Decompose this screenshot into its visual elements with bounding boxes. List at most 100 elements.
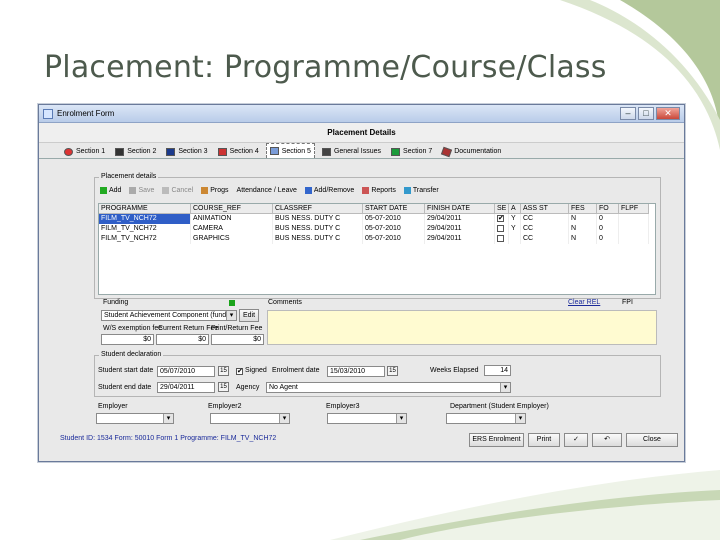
- fpi-label: FPI: [622, 299, 633, 306]
- enrolment-date-field[interactable]: 15/03/2010: [327, 366, 385, 377]
- comments-textarea[interactable]: [267, 310, 657, 345]
- documentation-icon: [441, 146, 453, 157]
- end-date-field[interactable]: 29/04/2011: [157, 382, 215, 393]
- placement-group-label: Placement details: [99, 173, 159, 180]
- tab-section-5[interactable]: Section 5: [265, 143, 315, 158]
- tab-section-2[interactable]: Section 2: [112, 145, 159, 158]
- col-finish-date[interactable]: FINISH DATE: [425, 204, 495, 214]
- employer3-select[interactable]: [327, 413, 407, 424]
- select-checkbox[interactable]: [497, 214, 504, 222]
- print-fee-field[interactable]: $0: [211, 334, 264, 345]
- general-issues-icon: [321, 147, 331, 156]
- col-se[interactable]: SE: [495, 204, 509, 214]
- ers-enrolment-button[interactable]: ERS Enrolment: [469, 433, 524, 447]
- comments-label: Comments: [268, 299, 302, 306]
- table-row[interactable]: FILM_TV_NCH72 GRAPHICS BUS NESS. DUTY C …: [99, 234, 655, 244]
- funding-status-indicator: [229, 300, 235, 306]
- window-titlebar[interactable]: Enrolment Form – □ ✕: [39, 105, 684, 123]
- cancel-button[interactable]: Cancel: [162, 186, 193, 194]
- reports-button[interactable]: Reports: [362, 186, 396, 194]
- table-row[interactable]: FILM_TV_NCH72 ANIMATION BUS NESS. DUTY C…: [99, 214, 655, 224]
- funding-select[interactable]: Student Achievement Component (fundi: [101, 310, 237, 321]
- weeks-elapsed-label: Weeks Elapsed: [430, 367, 479, 374]
- tab-section-4[interactable]: Section 4: [215, 145, 262, 158]
- placement-toolbar: Add Save Cancel Progs Attendance / Leave…: [100, 183, 447, 197]
- calendar-icon[interactable]: 15: [218, 382, 229, 392]
- placement-grid: PROGRAMME COURSE_REF CLASSREF START DATE…: [98, 203, 656, 295]
- start-date-field[interactable]: 05/07/2010: [157, 366, 215, 377]
- tab-section-3[interactable]: Section 3: [163, 145, 210, 158]
- col-fes[interactable]: FES: [569, 204, 597, 214]
- print-fee-label: Print/Return Fee: [211, 325, 263, 332]
- col-a[interactable]: A: [509, 204, 521, 214]
- funding-label: Funding: [103, 299, 129, 306]
- print-button[interactable]: Print: [528, 433, 560, 447]
- col-fo[interactable]: FO: [597, 204, 619, 214]
- current-fee-label: Current Return Fee: [158, 325, 219, 332]
- tab-section-1[interactable]: Section 1: [61, 145, 108, 158]
- current-fee-field[interactable]: $0: [156, 334, 209, 345]
- section-5-icon: [269, 147, 279, 155]
- employer3-label: Employer3: [326, 403, 360, 410]
- select-checkbox[interactable]: [497, 234, 504, 242]
- attendance-leave-button[interactable]: Attendance / Leave: [237, 187, 297, 194]
- select-checkbox[interactable]: [497, 224, 504, 232]
- placement-heading: Placement Details: [39, 123, 684, 143]
- add-remove-button[interactable]: Add/Remove: [304, 186, 354, 194]
- end-date-label: Student end date: [98, 384, 152, 391]
- employer2-label: Employer2: [208, 403, 242, 410]
- status-text: Student ID: 1534 Form: 50010 Form 1 Prog…: [60, 435, 277, 442]
- signed-label: Signed: [245, 367, 267, 374]
- col-ass-st[interactable]: ASS ST: [521, 204, 569, 214]
- maximize-button[interactable]: □: [638, 107, 654, 120]
- section-4-icon: [217, 147, 227, 156]
- spellcheck-icon[interactable]: ✓: [564, 433, 588, 447]
- employer-select[interactable]: [96, 413, 174, 424]
- slide-title: Placement: Programme/Course/Class: [44, 50, 607, 85]
- col-class[interactable]: CLASSREF: [273, 204, 363, 214]
- signed-checkbox[interactable]: [236, 368, 243, 375]
- minimize-button[interactable]: –: [620, 107, 636, 120]
- cancel-icon: [162, 186, 170, 194]
- undo-icon[interactable]: ↶: [592, 433, 622, 447]
- department-select[interactable]: [446, 413, 526, 424]
- section-1-icon: [64, 147, 73, 156]
- col-start-date[interactable]: START DATE: [363, 204, 425, 214]
- add-button[interactable]: Add: [100, 186, 121, 194]
- close-button[interactable]: Close: [626, 433, 678, 447]
- employer-label: Employer: [98, 403, 128, 410]
- tab-general-issues[interactable]: General Issues: [319, 145, 384, 158]
- employer2-select[interactable]: [210, 413, 290, 424]
- clear-rel-link[interactable]: Clear REL: [568, 299, 600, 306]
- add-icon: [100, 186, 107, 194]
- calendar-icon[interactable]: 15: [218, 366, 229, 376]
- table-row[interactable]: FILM_TV_NCH72 CAMERA BUS NESS. DUTY C 05…: [99, 224, 655, 234]
- transfer-icon: [403, 186, 411, 194]
- col-course[interactable]: COURSE_REF: [191, 204, 273, 214]
- app-icon: [43, 108, 53, 119]
- calendar-icon[interactable]: 15: [387, 366, 398, 376]
- enrolment-date-label: Enrolment date: [272, 367, 320, 374]
- exemption-fee-field[interactable]: $0: [101, 334, 154, 345]
- col-flpf[interactable]: FLPF: [619, 204, 649, 214]
- edit-funding-button[interactable]: Edit: [239, 309, 259, 322]
- section-tabs: Section 1 Section 2 Section 3 Section 4 …: [39, 143, 684, 159]
- save-button[interactable]: Save: [129, 186, 154, 194]
- progs-button[interactable]: Progs: [201, 186, 229, 194]
- save-icon: [129, 186, 137, 194]
- reports-icon: [362, 186, 370, 194]
- transfer-button[interactable]: Transfer: [403, 186, 439, 194]
- add-remove-icon: [304, 186, 312, 194]
- agency-label: Agency: [236, 384, 260, 391]
- tab-section-7[interactable]: Section 7: [388, 145, 435, 158]
- close-window-button[interactable]: ✕: [656, 107, 680, 120]
- col-programme[interactable]: PROGRAMME: [99, 204, 191, 214]
- exemption-fee-label: W/S exemption fee: [103, 325, 163, 332]
- section-2-icon: [115, 147, 125, 156]
- progs-icon: [201, 186, 209, 194]
- section-3-icon: [166, 147, 176, 156]
- declaration-group-label: Student declaration: [99, 351, 164, 358]
- section-7-icon: [391, 147, 401, 156]
- tab-documentation[interactable]: Documentation: [439, 145, 504, 158]
- agency-select[interactable]: No Agent: [266, 382, 511, 393]
